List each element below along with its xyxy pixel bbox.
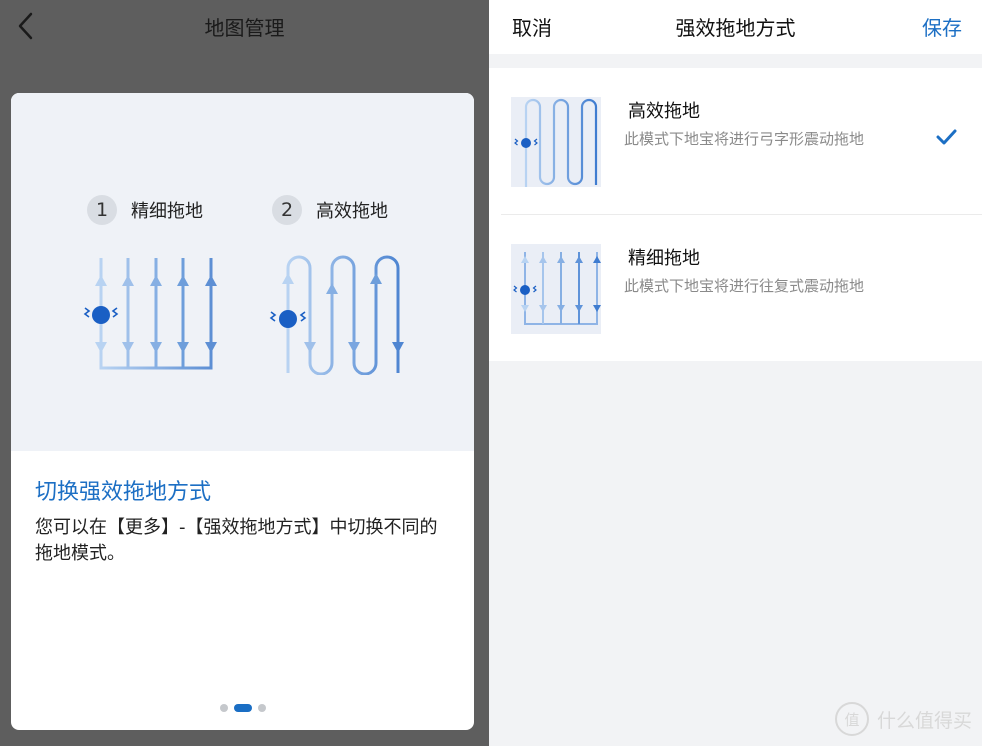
parallel-mop-path-icon <box>511 244 601 334</box>
left-screen: 地图管理 1 精细拖地 2 高效拖地 切换强效拖地方式 您可以在【更多】-【强效… <box>0 0 489 746</box>
option-efficient[interactable]: 高效拖地 此模式下地宝将进行弓字形震动拖地 <box>489 68 982 215</box>
page-dot[interactable] <box>257 704 266 712</box>
left-header: 地图管理 <box>0 0 489 54</box>
page-dot-active[interactable] <box>233 704 252 712</box>
option-description: 此模式下地宝将进行弓字形震动拖地 <box>624 130 865 148</box>
mode-number: 1 <box>87 195 117 225</box>
mode-label-fine: 1 精细拖地 <box>87 195 203 225</box>
watermark-text: 什么值得买 <box>876 709 972 732</box>
option-title: 精细拖地 <box>628 248 700 269</box>
page-title: 强效拖地方式 <box>675 16 796 40</box>
zigzag-thumb-icon <box>514 98 598 187</box>
option-description: 此模式下地宝将进行往复式震动拖地 <box>624 277 865 295</box>
page-dot[interactable] <box>219 704 228 712</box>
zigzag-mop-path-icon <box>511 97 601 187</box>
mode-number: 2 <box>272 195 302 225</box>
card-description: 您可以在【更多】-【强效拖地方式】中切换不同的拖地模式。 <box>35 517 438 564</box>
mode-options-list: 高效拖地 此模式下地宝将进行弓字形震动拖地 精细拖地 此模式下地宝将进行往复式震… <box>489 68 982 361</box>
mode-name: 精细拖地 <box>131 201 203 222</box>
right-screen: 取消 强效拖地方式 保存 高效拖地 此模式下地宝将进行弓字形震动拖地 精细拖地 … <box>489 0 982 746</box>
parallel-thumb-icon <box>513 252 601 325</box>
right-header: 取消 强效拖地方式 保存 <box>489 0 982 54</box>
checkmark-icon <box>936 129 957 145</box>
zigzag-mop-path-icon <box>269 255 404 375</box>
illustration-panel: 1 精细拖地 2 高效拖地 <box>11 93 474 451</box>
watermark-logo-icon: 值 <box>834 702 869 736</box>
option-title: 高效拖地 <box>628 101 700 122</box>
option-fine[interactable]: 精细拖地 此模式下地宝将进行往复式震动拖地 <box>489 215 982 361</box>
mode-label-efficient: 2 高效拖地 <box>272 195 388 225</box>
page-title: 地图管理 <box>204 16 285 40</box>
card-title: 切换强效拖地方式 <box>35 480 212 505</box>
parallel-mop-path-icon <box>83 258 217 370</box>
pagination-dots[interactable] <box>11 704 474 712</box>
tip-card: 1 精细拖地 2 高效拖地 切换强效拖地方式 您可以在【更多】-【强效拖地方式】… <box>11 93 474 730</box>
save-button[interactable]: 保存 <box>922 12 962 41</box>
watermark: 值 什么值得买 <box>834 702 972 736</box>
mode-name: 高效拖地 <box>316 201 388 222</box>
